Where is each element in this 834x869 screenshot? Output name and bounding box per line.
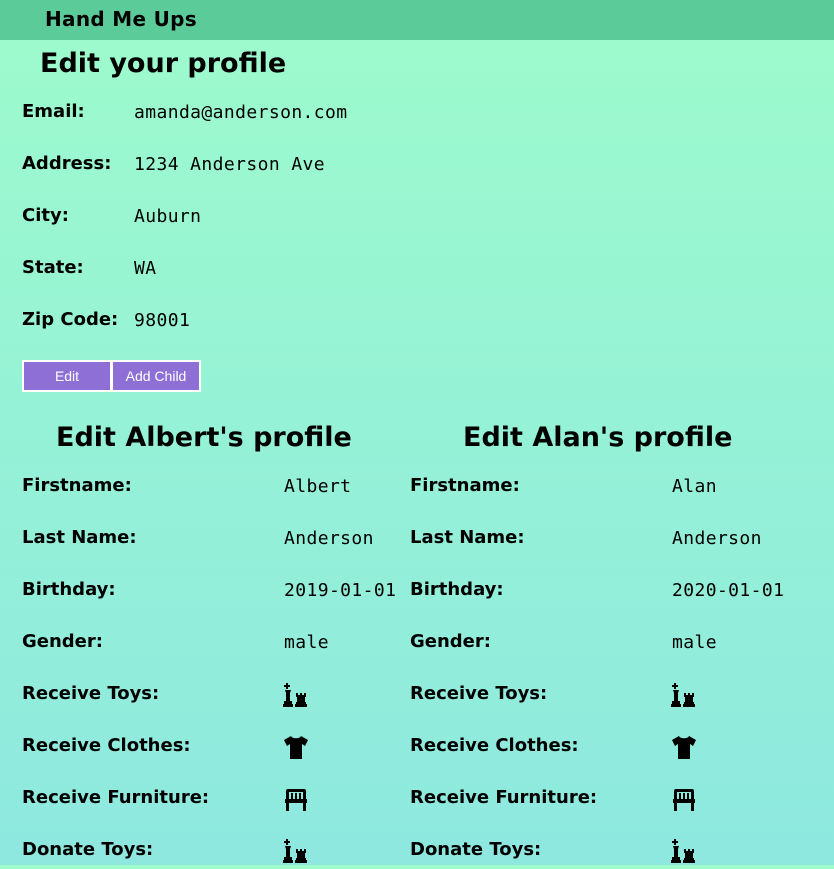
email-value: amanda@anderson.com xyxy=(134,102,348,123)
city-value: Auburn xyxy=(134,206,202,227)
child-albert-receive-toys-row: Receive Toys: xyxy=(22,683,402,713)
email-row: Email: amanda@anderson.com xyxy=(22,101,522,131)
receive-clothes-label: Receive Clothes: xyxy=(22,735,191,756)
state-row: State: WA xyxy=(22,257,522,287)
chess-icon[interactable] xyxy=(670,681,698,709)
zip-code-row: Zip Code: 98001 xyxy=(22,309,522,339)
child-alan-lastname-row: Last Name: Anderson xyxy=(410,527,820,557)
firstname-label: Firstname: xyxy=(22,475,132,496)
last-name-label: Last Name: xyxy=(22,527,137,548)
receive-furniture-label: Receive Furniture: xyxy=(22,787,210,808)
birthday-label: Birthday: xyxy=(22,579,116,600)
gender-value: male xyxy=(672,632,717,653)
brand-logo-text[interactable]: Hand Me Ups xyxy=(45,7,197,31)
child-albert-firstname-row: Firstname: Albert xyxy=(22,475,402,505)
child-alan-receive-clothes-row: Receive Clothes: xyxy=(410,735,820,765)
child-albert-gender-row: Gender: male xyxy=(22,631,402,661)
child-albert-receive-clothes-row: Receive Clothes: xyxy=(22,735,402,765)
child-alan-birthday-row: Birthday: 2020-01-01 xyxy=(410,579,820,609)
email-label: Email: xyxy=(22,101,85,122)
zip-code-label: Zip Code: xyxy=(22,309,119,330)
child-albert-lastname-row: Last Name: Anderson xyxy=(22,527,402,557)
child-alan-receive-toys-row: Receive Toys: xyxy=(410,683,820,713)
receive-toys-label: Receive Toys: xyxy=(22,683,160,704)
child-alan-firstname-row: Firstname: Alan xyxy=(410,475,820,505)
firstname-value: Alan xyxy=(672,476,717,497)
child-albert-birthday-row: Birthday: 2019-01-01 xyxy=(22,579,402,609)
donate-toys-label: Donate Toys: xyxy=(410,839,542,860)
address-label: Address: xyxy=(22,153,112,174)
address-row: Address: 1234 Anderson Ave xyxy=(22,153,522,183)
last-name-value: Anderson xyxy=(284,528,374,549)
city-label: City: xyxy=(22,205,69,226)
birthday-value: 2020-01-01 xyxy=(672,580,785,601)
firstname-label: Firstname: xyxy=(410,475,520,496)
edit-button[interactable]: Edit xyxy=(22,360,112,392)
add-child-button[interactable]: Add Child xyxy=(111,360,201,392)
birthday-label: Birthday: xyxy=(410,579,504,600)
chess-icon[interactable] xyxy=(282,837,310,865)
receive-toys-label: Receive Toys: xyxy=(410,683,548,704)
last-name-label: Last Name: xyxy=(410,527,525,548)
receive-furniture-label: Receive Furniture: xyxy=(410,787,598,808)
firstname-value: Albert xyxy=(284,476,352,497)
donate-toys-label: Donate Toys: xyxy=(22,839,154,860)
gender-label: Gender: xyxy=(410,631,491,652)
tshirt-icon[interactable] xyxy=(282,733,310,761)
city-row: City: Auburn xyxy=(22,205,522,235)
birthday-value: 2019-01-01 xyxy=(284,580,397,601)
child-albert-receive-furniture-row: Receive Furniture: xyxy=(22,787,402,817)
chess-icon[interactable] xyxy=(282,681,310,709)
chess-icon[interactable] xyxy=(670,837,698,865)
child-alan-receive-furniture-row: Receive Furniture: xyxy=(410,787,820,817)
child-albert-title: Edit Albert's profile xyxy=(56,422,352,453)
address-value: 1234 Anderson Ave xyxy=(134,154,326,175)
state-label: State: xyxy=(22,257,84,278)
chair-icon[interactable] xyxy=(670,785,698,813)
gender-label: Gender: xyxy=(22,631,103,652)
zip-code-value: 98001 xyxy=(134,310,191,331)
child-alan-gender-row: Gender: male xyxy=(410,631,820,661)
tshirt-icon[interactable] xyxy=(670,733,698,761)
last-name-value: Anderson xyxy=(672,528,762,549)
child-alan-title: Edit Alan's profile xyxy=(463,422,733,453)
receive-clothes-label: Receive Clothes: xyxy=(410,735,579,756)
top-nav-bar: Hand Me Ups xyxy=(0,0,834,40)
state-value: WA xyxy=(134,258,157,279)
chair-icon[interactable] xyxy=(282,785,310,813)
page-title: Edit your profile xyxy=(40,48,287,79)
gender-value: male xyxy=(284,632,329,653)
